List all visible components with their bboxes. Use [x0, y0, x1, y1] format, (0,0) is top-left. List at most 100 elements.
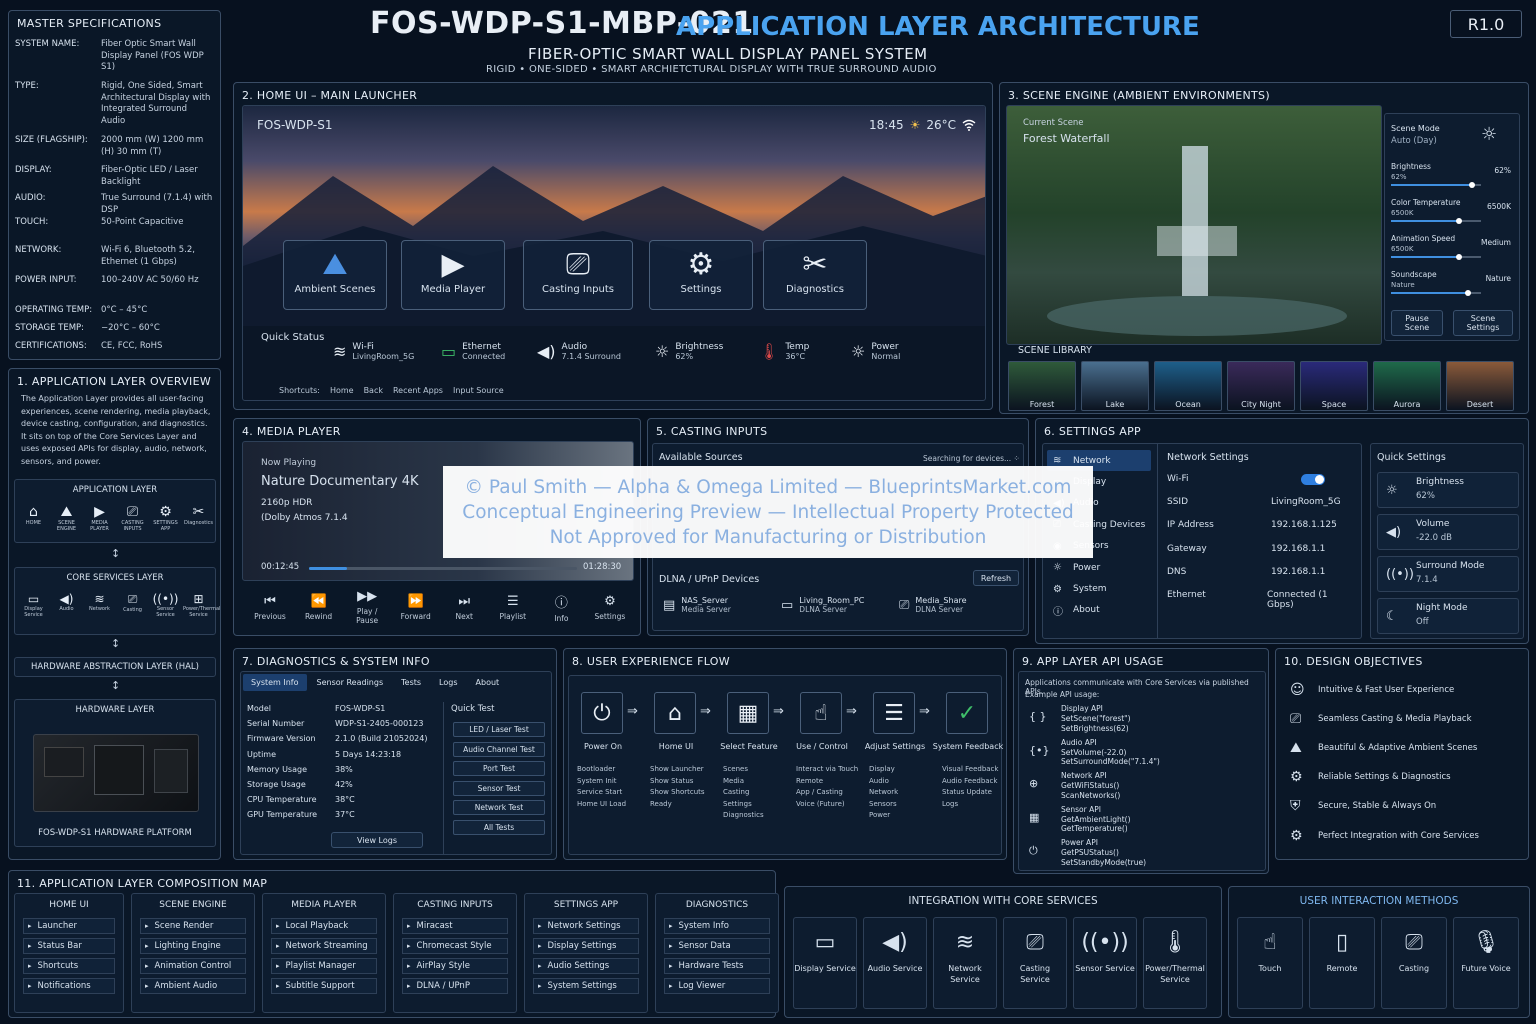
menu-label: Power [1073, 562, 1101, 573]
panel-title: 11. APPLICATION LAYER COMPOSITION MAP [17, 877, 268, 890]
ux-step-details: Display Audio Network Sensors Power [869, 764, 941, 822]
scene-thumbnail[interactable]: Desert [1446, 361, 1514, 411]
shortcuts-label: Shortcuts: [279, 386, 320, 395]
refresh-button[interactable]: Refresh [973, 570, 1019, 586]
quick-setting-card[interactable]: ☼ Brightness 62% [1377, 472, 1519, 508]
slider-thumb[interactable] [1464, 290, 1471, 296]
media-control-button[interactable]: ⏪ Rewind [297, 594, 341, 621]
launcher-tile[interactable]: ⎚ Casting Inputs [523, 240, 633, 310]
setting-value: 192.168.1.1 [1271, 566, 1326, 577]
scene-slider[interactable]: Brightness 62% 62% [1391, 162, 1515, 198]
scene-slider[interactable]: Animation Speed Medium 6500K [1391, 234, 1515, 270]
media-control-button[interactable]: ⚙ Settings [588, 594, 632, 621]
scene-slider[interactable]: Color Temperature 6500K 6500K [1391, 198, 1515, 234]
quick-setting-card[interactable]: ☾ Night Mode Off [1377, 598, 1519, 634]
launcher-tile[interactable]: ⛰ Ambient Scenes [283, 240, 387, 310]
shortcut-link[interactable]: Recent Apps [393, 386, 443, 395]
dlna-device[interactable]: ⎚ Media_Share DLNA Server [899, 596, 999, 614]
setting-value: LivingRoom_5G [1271, 497, 1341, 508]
setting-key: Wi-Fi [1167, 474, 1189, 484]
dlna-device[interactable]: ▭ Living_Room_PC DLNA Server [781, 596, 881, 614]
scene-thumbnail[interactable]: Aurora [1373, 361, 1441, 411]
media-control-button[interactable]: ▶▶ Play / Pause [345, 589, 389, 625]
settings-menu-item[interactable]: ☼ Power [1047, 557, 1151, 578]
progress-track[interactable] [309, 567, 577, 570]
dlna-device[interactable]: ▤ NAS_Server Media Server [663, 596, 763, 614]
display-icon: ▭ [27, 592, 40, 606]
flow-arrow-icon: ⇒ [919, 704, 930, 719]
launcher-tile[interactable]: ⚙ Settings [649, 240, 753, 310]
panel-title: 3. SCENE ENGINE (AMBIENT ENVIRONMENTS) [1008, 89, 1270, 102]
quick-test-button[interactable]: All Tests [453, 819, 545, 835]
settings-menu-item[interactable]: ⚙ System [1047, 578, 1151, 599]
diagnostics-tab[interactable]: System Info [243, 674, 307, 691]
bullet-icon: ▸ [145, 962, 149, 970]
scene-mode-value[interactable]: Auto (Day) [1391, 136, 1437, 146]
media-control-button[interactable]: ⏮ Previous [248, 594, 292, 621]
bullet-icon: ▸ [669, 922, 673, 930]
speaker-icon: ◀) [59, 592, 74, 606]
ux-detail-item: Diagnostics [723, 811, 764, 820]
quick-test-button[interactable]: LED / Laser Test [453, 722, 545, 737]
composition-item-label: Log Viewer [678, 981, 726, 991]
pause-scene-button[interactable]: Pause Scene [1391, 310, 1443, 336]
quick-status-label: Quick Status [261, 332, 325, 343]
diagnostics-tab[interactable]: Sensor Readings [309, 674, 392, 691]
media-control-button[interactable]: ⏭ Next [442, 594, 486, 621]
objective-item: ⛰ Beautiful & Adaptive Ambient Scenes [1284, 733, 1524, 762]
diagnostics-tab[interactable]: Tests [393, 674, 429, 691]
slider-thumb[interactable] [1455, 218, 1462, 224]
thermometer-icon: 🌡 [1161, 930, 1189, 955]
shortcut-link[interactable]: Back [364, 386, 383, 395]
media-control-button[interactable]: ⏩ Forward [394, 594, 438, 621]
scene-thumbnail[interactable]: City Night [1227, 361, 1295, 411]
quick-test-button[interactable]: Audio Channel Test [453, 741, 545, 757]
system-info-row: Firmware Version 2.1.0 (Build 21052024) [247, 734, 437, 749]
status-item: ☼ Power Normal [851, 342, 941, 361]
play-icon: ▶ [94, 504, 105, 520]
quick-test-button[interactable]: Port Test [453, 761, 545, 777]
view-logs-button[interactable]: View Logs [331, 832, 423, 848]
launcher-tile[interactable]: ▶ Media Player [401, 240, 505, 310]
scene-settings-button[interactable]: Scene Settings [1453, 310, 1513, 336]
slider-thumb[interactable] [1469, 182, 1475, 188]
shortcut-link[interactable]: Home [330, 386, 354, 395]
app-layer-item: ✂ Diagnostics [183, 504, 214, 532]
quick-setting-card[interactable]: ◀) Volume -22.0 dB [1377, 514, 1519, 550]
scene-controls: Scene Mode Auto (Day) ☼ Brightness 62% 62%… [1384, 113, 1520, 341]
shortcut-link[interactable]: Input Source [453, 386, 504, 395]
device-name: NAS_Server [681, 596, 729, 605]
diagnostics-tab[interactable]: About [468, 674, 508, 691]
ux-detail-item: Audio Feedback [942, 776, 998, 785]
core-layer-item-label: Casting [123, 607, 142, 613]
sun-icon: ☀ [909, 118, 921, 132]
progress-fill [309, 567, 347, 570]
scene-thumbnail[interactable]: Lake [1081, 361, 1149, 411]
composition-item: ▸ Sensor Data [664, 938, 770, 954]
scene-slider[interactable]: Soundscape Nature Nature [1391, 270, 1515, 306]
media-control-label: Playlist [499, 611, 527, 621]
media-control-button[interactable]: ☰ Playlist [491, 594, 535, 621]
ux-step-label: Power On [583, 742, 623, 751]
diagnostics-tab[interactable]: Logs [431, 674, 465, 691]
launcher-tile[interactable]: ✂ Diagnostics [763, 240, 867, 310]
sun-icon: ☼ [1481, 124, 1498, 145]
quick-test-button[interactable]: Sensor Test [453, 780, 545, 796]
scene-thumbnail[interactable]: Ocean [1154, 361, 1222, 411]
wifi-toggle[interactable] [1301, 474, 1325, 485]
scene-thumbnail[interactable]: Space [1300, 361, 1368, 411]
ux-flow-area: ⏻ Power On Bootloader System Init Service St… [568, 675, 1004, 855]
ux-step-label: System Feedback [932, 742, 1004, 751]
launcher-tile-label: Media Player [420, 284, 486, 295]
scene-thumbnail[interactable]: Forest [1008, 361, 1076, 411]
elapsed-time: 00:12:45 [261, 562, 300, 572]
spec-value: Fiber-Optic LED / Laser Backlight [101, 165, 198, 187]
quick-test-button[interactable]: Network Test [453, 800, 545, 816]
bullet-icon: ▸ [669, 982, 673, 990]
media-control-button[interactable]: ⓘ Info [539, 592, 583, 623]
system-info-row: GPU Temperature 37°C [247, 810, 437, 825]
slider-thumb[interactable] [1455, 254, 1462, 260]
hal-label: HARDWARE ABSTRACTION LAYER (HAL) [31, 662, 199, 672]
settings-menu-item[interactable]: ⓘ About [1047, 600, 1151, 621]
quick-setting-card[interactable]: ((•)) Surround Mode 7.1.4 [1377, 556, 1519, 592]
